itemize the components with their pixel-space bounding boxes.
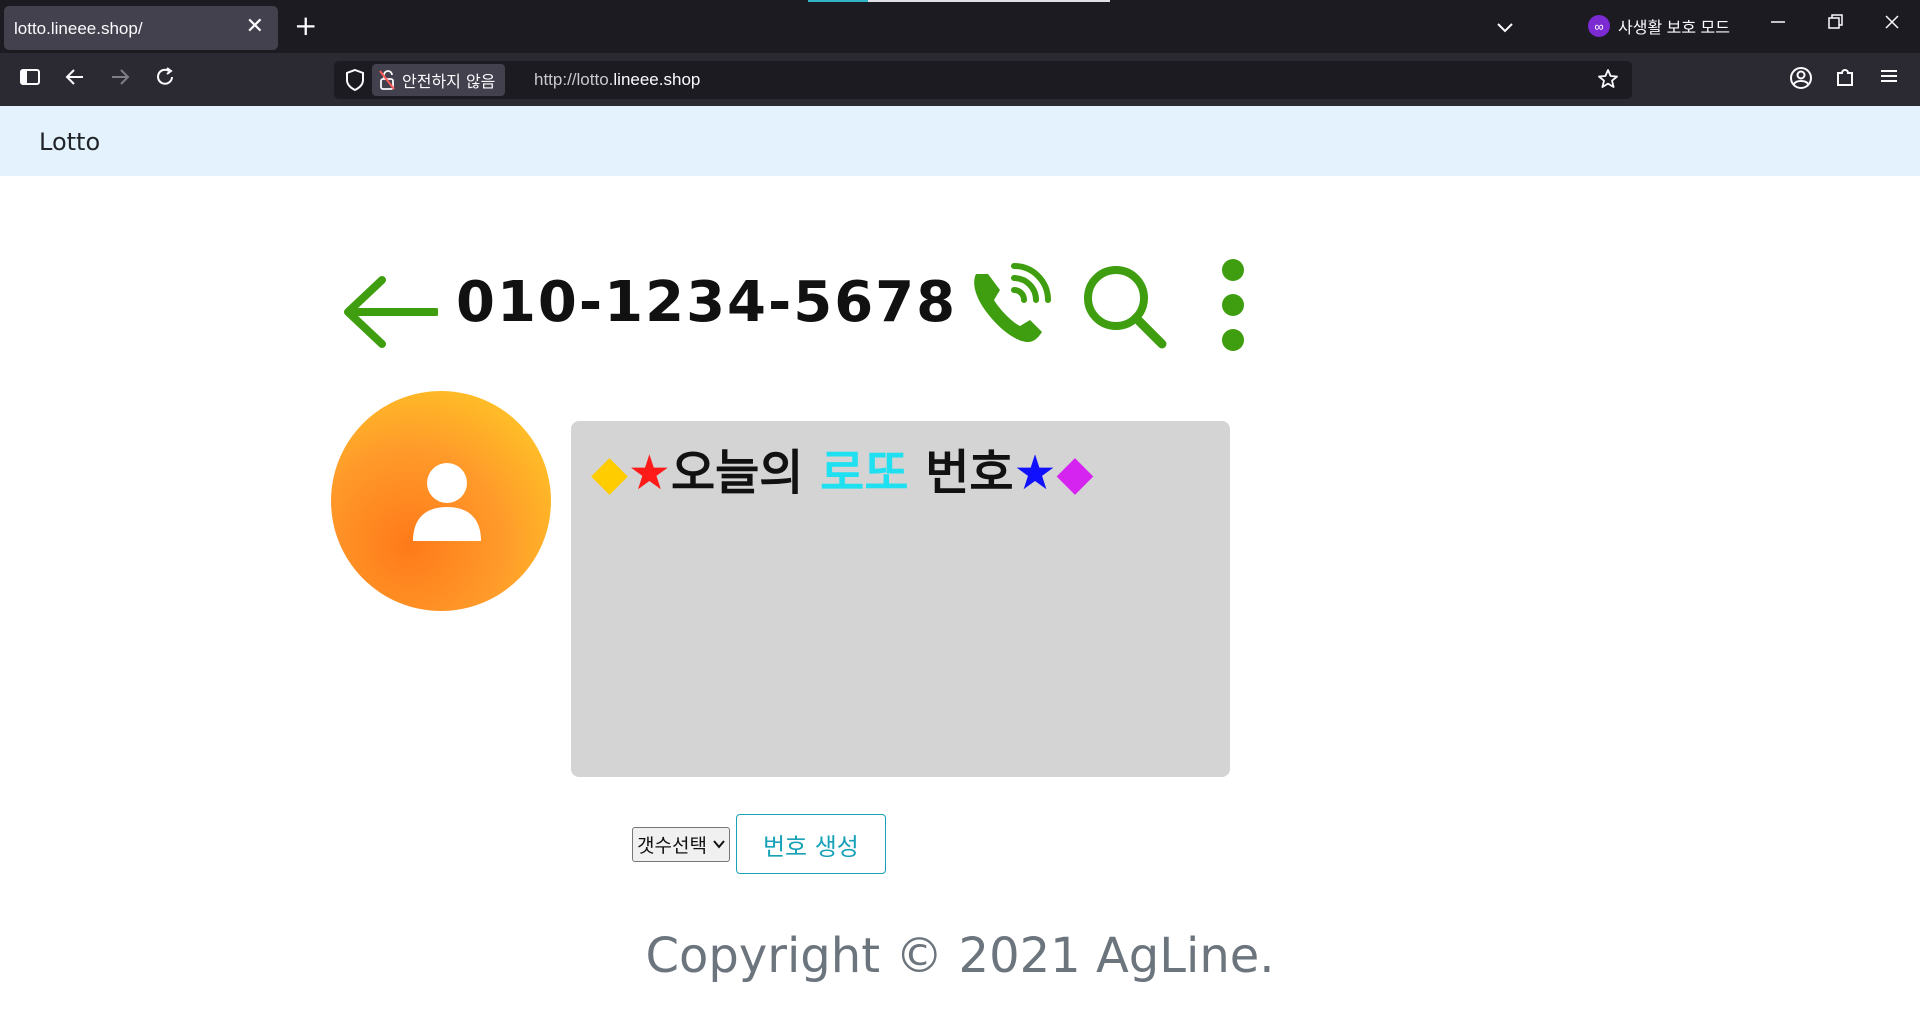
menu-icon	[1881, 70, 1897, 82]
reload-button[interactable]	[153, 65, 177, 94]
arrow-left-icon[interactable]	[340, 272, 438, 352]
diamond-right-icon: ◆	[1056, 445, 1094, 501]
star-icon	[1598, 69, 1618, 88]
diamond-left-icon: ◆	[591, 445, 628, 501]
user-icon	[413, 463, 481, 541]
panel-title: ◆★오늘의 로또 번호★◆	[591, 433, 1093, 503]
count-select-value: 갯수선택	[637, 834, 707, 857]
private-mask-icon: ∞	[1588, 15, 1610, 37]
minimize-button[interactable]	[1768, 12, 1788, 38]
phone-header-row: 010-1234-5678	[340, 252, 1260, 362]
browser-tab[interactable]: lotto.lineee.shop/ ✕	[4, 6, 278, 50]
lotto-result-panel: ◆★오늘의 로또 번호★◆	[571, 421, 1230, 777]
account-button[interactable]	[1788, 65, 1814, 96]
unlock-icon	[379, 70, 395, 90]
url-text[interactable]: http://lotto.lineee.shop	[534, 70, 700, 90]
avatar	[331, 391, 551, 611]
phone-icon[interactable]	[966, 260, 1058, 350]
tab-close-button[interactable]: ✕	[246, 14, 264, 40]
title-part-3: 번호	[908, 445, 1014, 501]
brand-link[interactable]: Lotto	[39, 128, 100, 156]
count-select[interactable]: 갯수선택	[632, 826, 730, 862]
phone-number: 010-1234-5678	[456, 270, 958, 335]
extensions-icon	[1837, 69, 1853, 86]
chevron-down-icon	[1497, 23, 1513, 33]
app-menu-button[interactable]	[1878, 65, 1900, 92]
search-icon[interactable]	[1080, 262, 1170, 352]
title-part-1: 오늘의	[670, 445, 821, 501]
reload-icon	[157, 67, 173, 85]
generator-controls: 갯수선택 번호 생성	[632, 814, 886, 874]
private-mode-label: 사생활 보호 모드	[1618, 20, 1730, 37]
forward-icon	[112, 69, 130, 85]
close-window-button[interactable]	[1882, 12, 1902, 38]
private-mode-indicator: ∞ 사생활 보호 모드	[1588, 14, 1730, 38]
sidebar-toggle-button[interactable]	[18, 65, 42, 94]
generate-numbers-button[interactable]: 번호 생성	[735, 814, 886, 874]
sidebar-icon	[20, 69, 40, 85]
shield-icon	[346, 68, 364, 92]
star-right-icon: ★	[1013, 445, 1057, 501]
extensions-button[interactable]	[1833, 65, 1857, 94]
browser-nav-bar: 안전하지 않음 http://lotto.lineee.shop	[0, 53, 1920, 106]
account-icon	[1790, 67, 1812, 89]
back-icon	[65, 69, 83, 85]
restore-icon	[1828, 14, 1843, 29]
tab-strip-indicator-accent	[808, 0, 868, 2]
restore-button[interactable]	[1825, 12, 1845, 38]
url-bar[interactable]: 안전하지 않음 http://lotto.lineee.shop	[334, 61, 1632, 99]
security-label: 안전하지 않음	[402, 72, 496, 91]
connection-insecure-indicator[interactable]: 안전하지 않음	[372, 64, 506, 96]
site-navbar: Lotto	[0, 106, 1920, 176]
new-tab-button[interactable]: +	[294, 12, 317, 40]
url-host: lineee.shop	[613, 70, 701, 89]
title-part-2: 로또	[820, 445, 909, 501]
close-icon	[1885, 15, 1899, 29]
url-prefix: http://lotto.	[534, 70, 614, 89]
footer-copyright: Copyright © 2021 AgLine.	[645, 928, 1275, 984]
minimize-icon	[1771, 21, 1785, 23]
back-button[interactable]	[63, 65, 87, 94]
forward-button[interactable]	[108, 65, 132, 94]
list-all-tabs-button[interactable]	[1494, 16, 1516, 42]
star-left-icon: ★	[627, 445, 671, 501]
chevron-down-icon	[713, 840, 725, 849]
bookmark-star-button[interactable]	[1596, 67, 1620, 95]
tracking-protection-button[interactable]	[344, 68, 366, 96]
tab-title: lotto.lineee.shop/	[14, 19, 143, 38]
kebab-icon[interactable]	[1218, 256, 1248, 356]
browser-tab-bar: lotto.lineee.shop/ ✕ + ∞ 사생활 보호 모드	[0, 0, 1920, 53]
